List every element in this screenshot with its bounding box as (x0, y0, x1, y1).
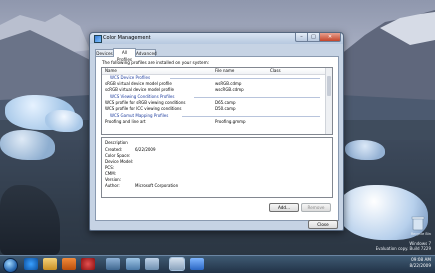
field-label: Device Model: (105, 159, 134, 164)
app-icon[interactable] (106, 258, 120, 270)
app-icon[interactable] (190, 258, 204, 270)
field-value: Microsoft Corporation (135, 183, 179, 188)
scrollbar-thumb[interactable] (327, 76, 331, 96)
field-label: PCS: (105, 165, 115, 170)
internet-explorer-icon[interactable] (24, 258, 38, 270)
list-item[interactable]: scRGB virtual device model profile wscRG… (102, 87, 324, 93)
recycle-bin-icon[interactable] (411, 215, 425, 231)
close-window-button[interactable]: ✕ (319, 33, 341, 42)
list-item[interactable]: Proofing and line art Proofing.gmmp (102, 119, 324, 125)
recycle-bin-label[interactable]: Recycle Bin (411, 232, 431, 237)
tab-all-profiles[interactable]: All Profiles (113, 48, 136, 62)
close-button[interactable]: Close (308, 220, 338, 229)
title-bar[interactable]: Color Management – □ ✕ (90, 33, 343, 44)
clock-date: 8/22/2009 (409, 263, 431, 268)
description-heading: Description (105, 140, 128, 145)
description-box: Description Created: 6/22/2009 Color Spa… (101, 137, 333, 198)
field-label: Color Space: (105, 153, 131, 158)
iceberg (345, 140, 385, 160)
column-class-header[interactable]: Class (270, 68, 281, 74)
app-icon[interactable] (81, 258, 95, 270)
all-profiles-panel: The following profiles are installed on … (95, 56, 339, 221)
color-management-taskbar-icon[interactable] (170, 258, 184, 270)
field-label: CMM: (105, 171, 117, 176)
field-label: Version: (105, 177, 122, 182)
list-scrollbar[interactable] (325, 68, 332, 134)
taskbar: 09:08 AM 8/22/2009 (0, 255, 435, 273)
start-button[interactable] (3, 258, 18, 273)
field-value: 6/22/2009 (135, 147, 156, 152)
app-icon[interactable] (126, 258, 140, 270)
field-label: Created: (105, 147, 123, 152)
app-icon[interactable] (145, 258, 159, 270)
window-title: Color Management (103, 35, 151, 41)
color-management-dialog: Color Management – □ ✕ Devices All Profi… (89, 32, 344, 231)
folder-icon[interactable] (43, 258, 57, 270)
profiles-list[interactable]: Name File name Class WCS Device Profiles… (101, 67, 333, 135)
column-file-header[interactable]: File name (215, 68, 234, 74)
list-header: Name File name Class (102, 68, 332, 75)
add-button[interactable]: Add... (269, 203, 299, 212)
media-player-icon[interactable] (62, 258, 76, 270)
watermark-line: Evaluation copy. Build 7229 (375, 246, 431, 251)
system-clock[interactable]: 09:08 AM 8/22/2009 (410, 257, 431, 269)
field-label: Author: (105, 183, 120, 188)
list-item[interactable]: WCS profile for ICC viewing conditions D… (102, 106, 324, 112)
color-management-icon (94, 35, 102, 43)
remove-button[interactable]: Remove (301, 203, 331, 212)
iceberg (45, 110, 83, 132)
column-name-header[interactable]: Name (105, 68, 117, 74)
iceberg (0, 130, 55, 160)
